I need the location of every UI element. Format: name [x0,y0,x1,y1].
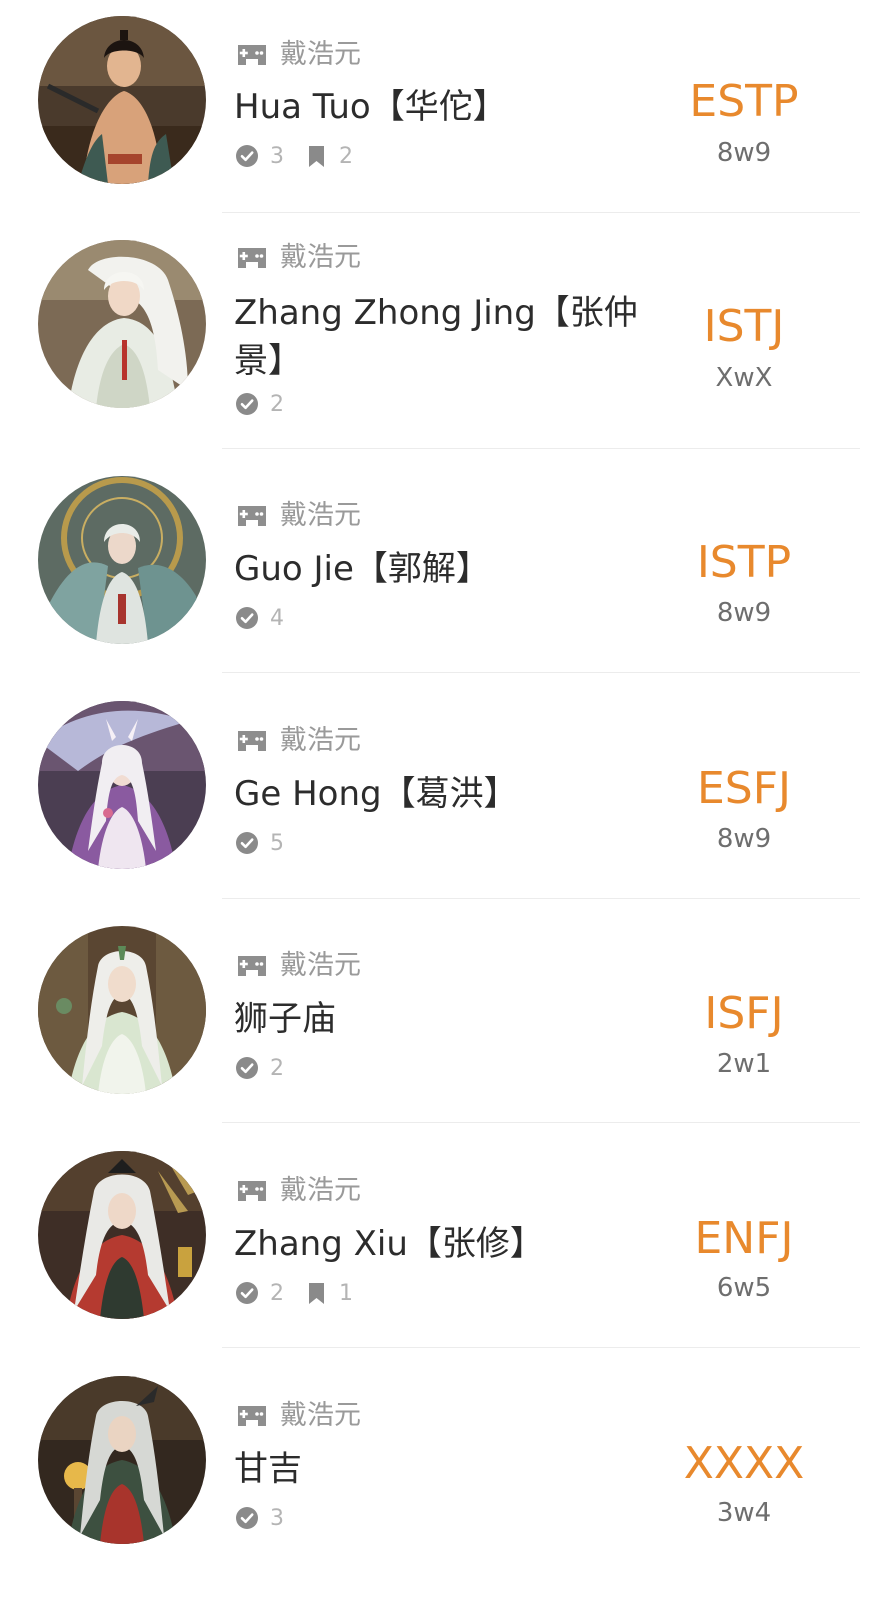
source-label: 戴浩元 [280,950,361,981]
avatar [38,701,206,869]
source-label: 戴浩元 [280,242,361,273]
avatar-guo-jie [38,476,206,644]
gamepad-icon [236,246,268,270]
check-circle-icon [236,1057,258,1079]
avatar [38,1376,206,1544]
gamepad-icon [236,504,268,528]
vote-count: 4 [270,605,284,631]
avatar [38,1151,206,1319]
character-name[interactable]: 甘吉 [234,1445,664,1493]
character-name[interactable]: Hua Tuo【华佗】 [234,83,664,131]
source-tag: 戴浩元 [236,499,361,533]
vote-count: 5 [270,830,284,856]
list-item[interactable]: 戴浩元 Zhang Zhong Jing【张仲景】 2 ISTJ XwX [0,213,887,448]
source-tag: 戴浩元 [236,1174,361,1208]
stats: 4 [236,603,284,633]
bookmark-icon [308,1283,325,1304]
mbti-type: ESFJ [696,763,791,814]
stats: 2 [236,1053,284,1083]
avatar-hua-tuo [38,16,206,184]
vote-count: 2 [270,1280,284,1306]
enneagram-type: 8w9 [716,598,772,628]
enneagram-type: XwX [715,363,773,393]
character-name[interactable]: 狮子庙 [234,995,664,1043]
source-label: 戴浩元 [280,1400,361,1431]
list-item[interactable]: 戴浩元 Zhang Xiu【张修】 2 1 ENFJ 6w5 [0,1123,887,1347]
source-tag: 戴浩元 [236,1399,361,1433]
stats: 2 1 [236,1278,353,1308]
enneagram-type: 6w5 [716,1273,772,1303]
bookmark-icon [308,146,325,167]
gamepad-icon [236,729,268,753]
avatar [38,476,206,644]
check-circle-icon [236,145,258,167]
avatar [38,16,206,184]
check-circle-icon [236,393,258,415]
mbti-type: XXXX [683,1438,805,1489]
check-circle-icon [236,832,258,854]
gamepad-icon [236,1404,268,1428]
gamepad-icon [236,954,268,978]
vote-count: 3 [270,1505,284,1531]
avatar-zhang-zhong-jing [38,240,206,408]
source-label: 戴浩元 [280,39,361,70]
check-circle-icon [236,1282,258,1304]
check-circle-icon [236,607,258,629]
source-label: 戴浩元 [280,725,361,756]
enneagram-type: 3w4 [716,1498,772,1528]
mbti-type: ISTP [696,537,792,588]
character-name[interactable]: Ge Hong【葛洪】 [234,770,664,818]
list-item[interactable]: 戴浩元 甘吉 3 XXXX 3w4 [0,1348,887,1600]
source-label: 戴浩元 [280,500,361,531]
source-tag: 戴浩元 [236,241,361,275]
enneagram-type: 8w9 [716,138,772,168]
character-name[interactable]: Guo Jie【郭解】 [234,545,664,593]
character-name[interactable]: Zhang Zhong Jing【张仲景】 [234,289,664,385]
avatar-ge-hong [38,701,206,869]
vote-count: 2 [270,391,284,417]
bookmark-count: 1 [339,1280,353,1306]
check-circle-icon [236,1507,258,1529]
stats: 5 [236,828,284,858]
stats: 3 2 [236,141,353,171]
vote-count: 2 [270,1055,284,1081]
gamepad-icon [236,1179,268,1203]
list-item[interactable]: 戴浩元 Hua Tuo【华佗】 3 2 ESTP 8w9 [0,0,887,212]
list-item[interactable]: 戴浩元 狮子庙 2 ISFJ 2w1 [0,899,887,1122]
character-name[interactable]: Zhang Xiu【张修】 [234,1220,664,1268]
avatar-shi-zi-miao [38,926,206,1094]
gamepad-icon [236,43,268,67]
source-tag: 戴浩元 [236,949,361,983]
enneagram-type: 8w9 [716,824,772,854]
avatar-gan-ji [38,1376,206,1544]
list-item[interactable]: 戴浩元 Guo Jie【郭解】 4 ISTP 8w9 [0,449,887,672]
list-item[interactable]: 戴浩元 Ge Hong【葛洪】 5 ESFJ 8w9 [0,673,887,898]
source-tag: 戴浩元 [236,38,361,72]
avatar-zhang-xiu [38,1151,206,1319]
mbti-type: ESTP [689,76,799,127]
mbti-type: ENFJ [694,1213,794,1264]
stats: 2 [236,389,284,419]
source-tag: 戴浩元 [236,724,361,758]
stats: 3 [236,1503,284,1533]
enneagram-type: 2w1 [716,1049,772,1079]
vote-count: 3 [270,143,284,169]
mbti-type: ISFJ [704,988,784,1039]
avatar [38,926,206,1094]
mbti-type: ISTJ [703,301,785,352]
bookmark-count: 2 [339,143,353,169]
source-label: 戴浩元 [280,1175,361,1206]
avatar [38,240,206,408]
